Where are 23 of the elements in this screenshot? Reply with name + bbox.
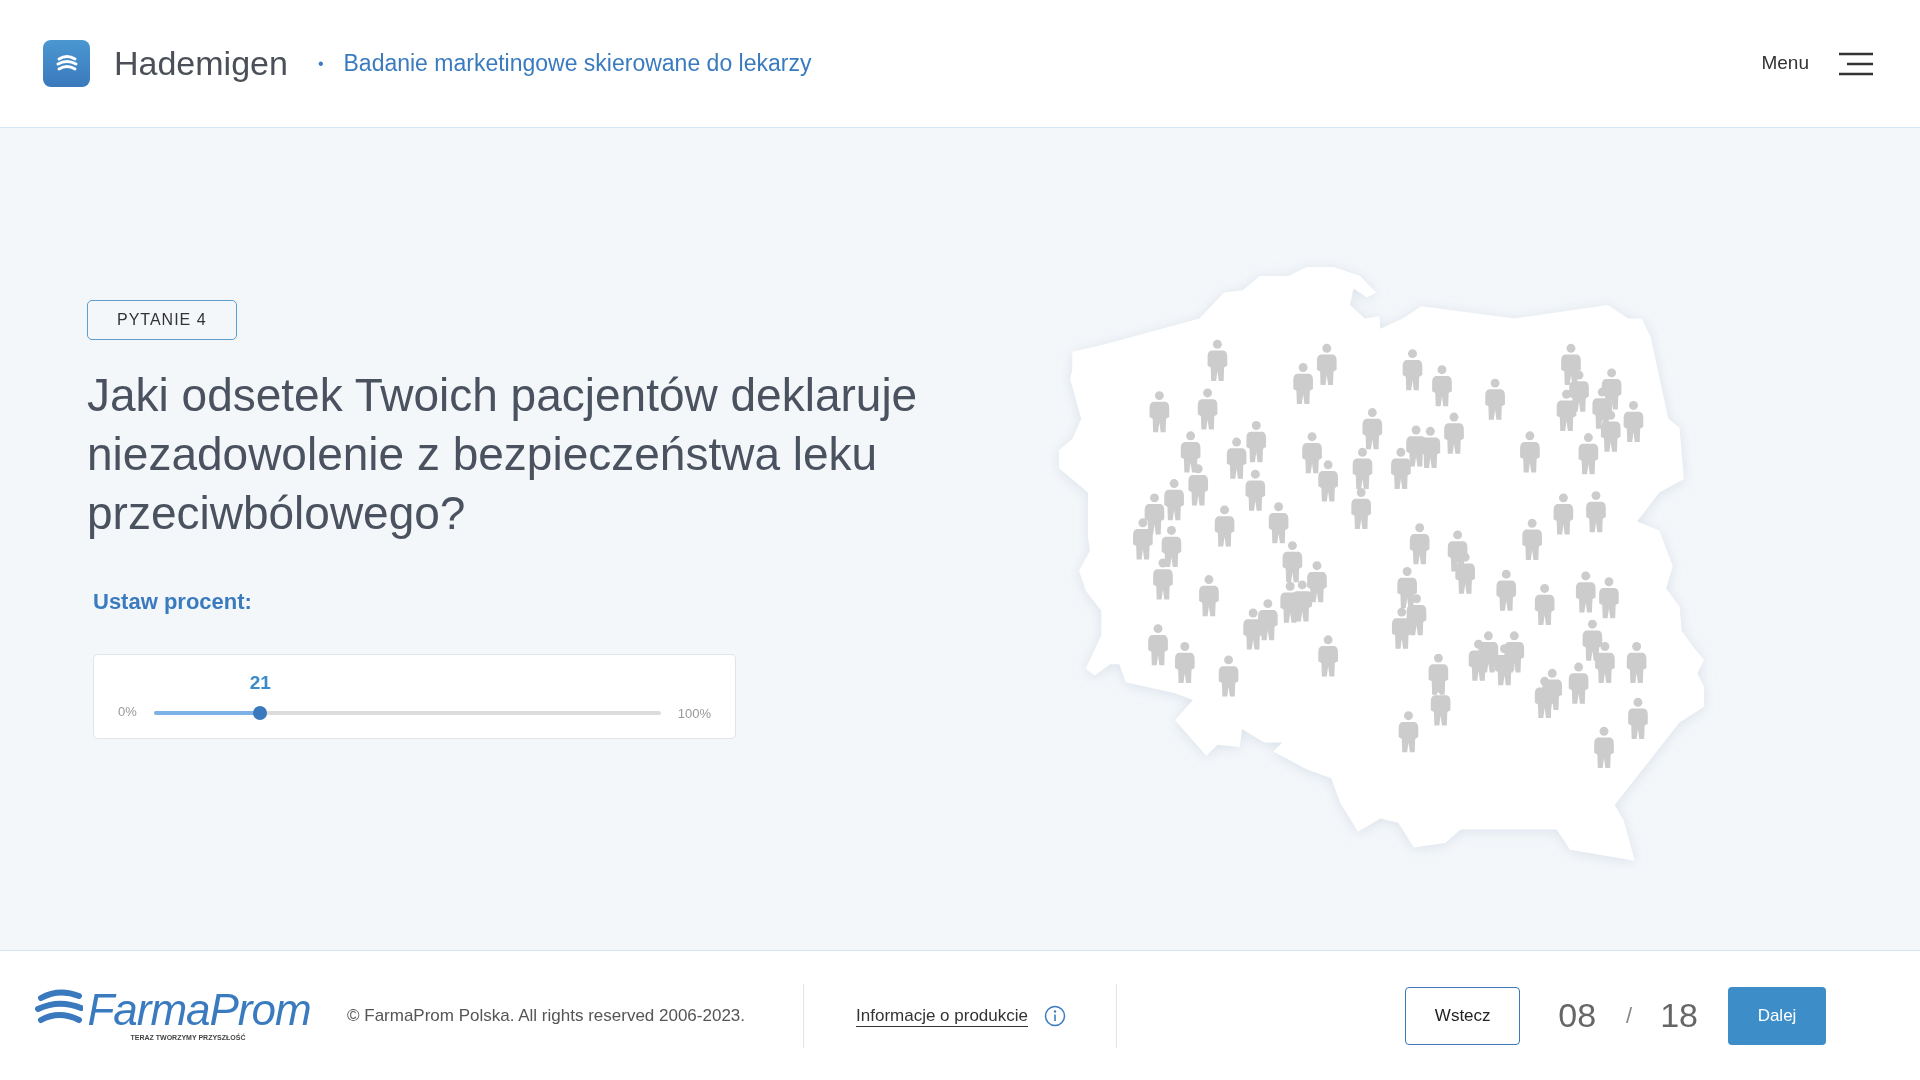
footer-logo-name: FarmaProm (87, 987, 311, 1034)
page-separator: / (1626, 1002, 1633, 1030)
next-button[interactable]: Dalej (1728, 986, 1826, 1045)
brand-name: Hademigen (114, 43, 288, 84)
separator-dot: • (317, 53, 324, 74)
menu-icon (1839, 51, 1873, 76)
menu-button[interactable]: Menu (1761, 49, 1873, 78)
slider-value: 21 (249, 670, 271, 695)
product-info-link[interactable]: Informacje o produkcie (856, 1002, 1028, 1029)
copyright-text: © FarmaProm Polska. All rights reserved 2006-2023. (347, 1004, 746, 1027)
slider-min-label: 0% (118, 703, 137, 721)
question-text: Jaki odsetek Twoich pacjentów deklaruje niezadowolenie z bezpieczeństwa leku przeciwbólowego? (87, 367, 919, 541)
question-number-badge: PYTANIE 4 (87, 299, 237, 340)
current-page-number: 08 (1558, 995, 1597, 1036)
info-icon[interactable] (1044, 1004, 1066, 1027)
back-button[interactable]: Wstecz (1405, 986, 1521, 1045)
survey-subtitle: Badanie marketingowe skierowane do lekarzy (343, 49, 812, 79)
slider-track[interactable]: 21 (146, 669, 668, 720)
total-pages-number: 18 (1660, 995, 1698, 1036)
slider-max-label: 100% (677, 705, 711, 723)
slider-prompt: Ustaw procent: (93, 587, 252, 616)
slider-thumb[interactable] (253, 705, 268, 720)
app-logo-icon (43, 40, 90, 87)
